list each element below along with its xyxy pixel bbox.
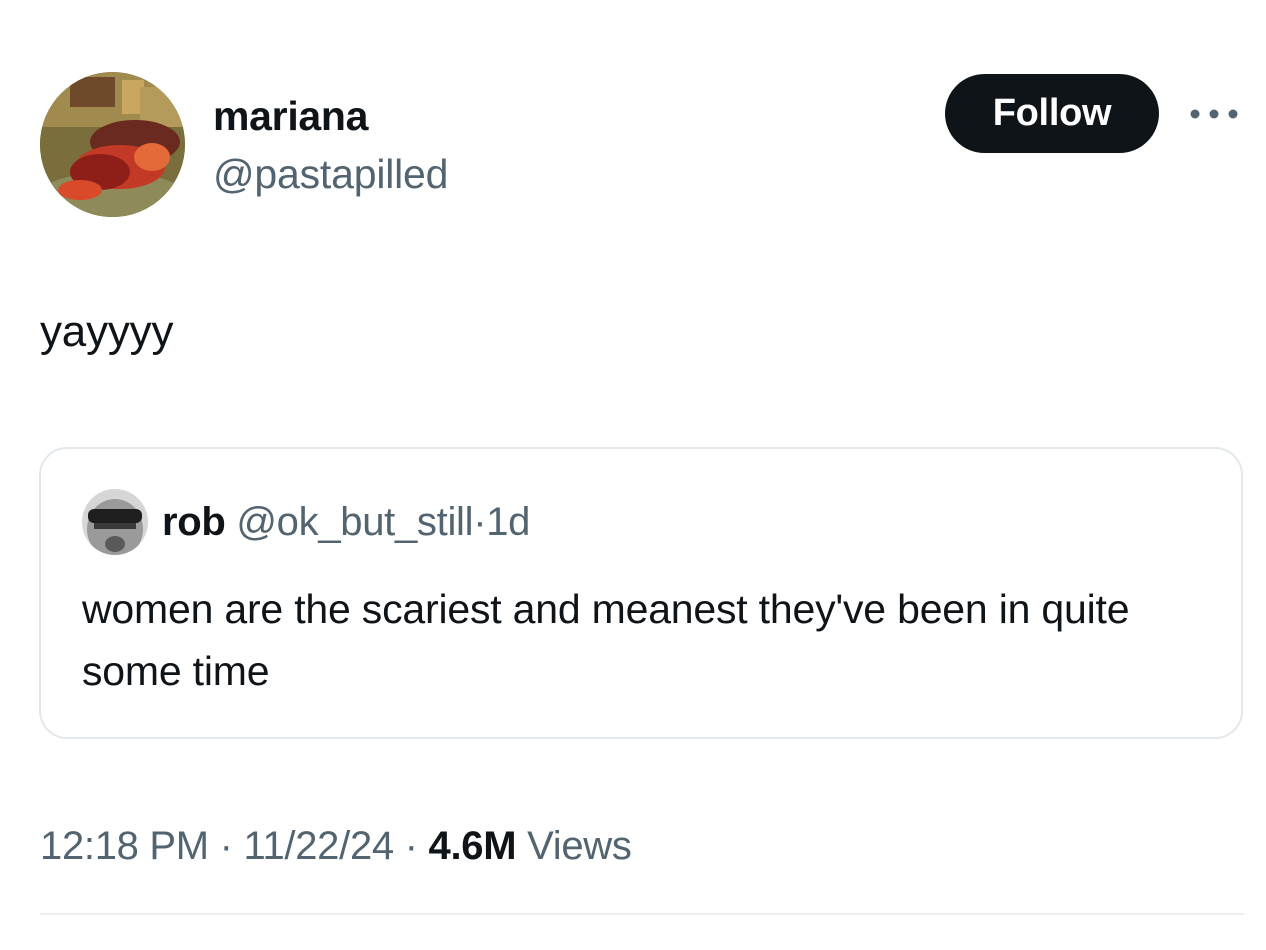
views-count: 4.6M: [428, 824, 517, 868]
quoted-tweet-header: rob @ok_but_still·1d: [162, 498, 530, 546]
tweet-time[interactable]: 12:18 PM: [40, 824, 209, 868]
meta-separator-2: ·: [404, 824, 418, 868]
author-avatar[interactable]: [40, 72, 185, 217]
divider: [40, 913, 1244, 915]
quoted-header-separator: ·: [473, 500, 487, 544]
author-avatar-image: [40, 72, 185, 217]
quoted-author-avatar-image: [82, 489, 148, 555]
quoted-author-avatar[interactable]: [82, 489, 148, 555]
views-label: Views: [527, 824, 632, 868]
author-display-name[interactable]: mariana: [213, 92, 368, 140]
quoted-author-handle[interactable]: @ok_but_still: [236, 500, 473, 544]
more-horizontal-icon[interactable]: [1186, 102, 1242, 126]
tweet-date[interactable]: 11/22/24: [244, 824, 395, 868]
meta-separator-1: ·: [219, 824, 233, 868]
author-handle[interactable]: @pastapilled: [213, 150, 448, 198]
quoted-tweet-time[interactable]: 1d: [486, 500, 530, 544]
follow-button[interactable]: Follow: [945, 74, 1159, 153]
tweet-text: yayyyy: [40, 307, 174, 356]
quoted-tweet-text: women are the scariest and meanest they'…: [82, 586, 1130, 694]
tweet-meta: 12:18 PM · 11/22/24 · 4.6M Views: [40, 822, 632, 870]
quoted-author-display-name[interactable]: rob: [162, 500, 226, 544]
